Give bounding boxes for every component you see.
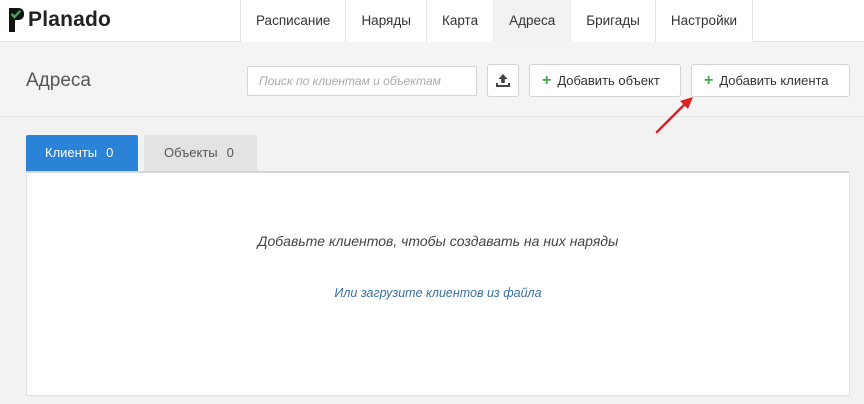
tab-clients-count: 0 xyxy=(106,145,114,160)
search-input[interactable] xyxy=(247,66,477,96)
nav-item-addresses[interactable]: Адреса xyxy=(493,0,571,42)
tab-clients[interactable]: Клиенты 0 xyxy=(26,135,138,171)
main-nav: Расписание Наряды Карта Адреса Бригады Н… xyxy=(240,0,754,42)
tab-bar: Клиенты 0 Объекты 0 xyxy=(26,135,257,171)
logo[interactable]: Planado xyxy=(6,5,111,35)
empty-state-message: Добавьте клиентов, чтобы создавать на ни… xyxy=(257,233,619,249)
page-title: Адреса xyxy=(26,70,91,91)
brand-name: Planado xyxy=(28,8,112,31)
upload-clients-link[interactable]: Или загрузите клиентов из файла xyxy=(27,286,849,300)
top-bar: Planado Расписание Наряды Карта Адреса Б… xyxy=(0,0,864,42)
nav-item-schedule[interactable]: Расписание xyxy=(240,0,346,42)
add-client-button[interactable]: + Добавить клиента xyxy=(691,64,850,97)
nav-item-map[interactable]: Карта xyxy=(425,0,494,42)
tab-clients-label: Клиенты xyxy=(45,145,98,160)
tab-objects-label: Объекты xyxy=(164,145,218,160)
plus-icon: + xyxy=(704,71,714,89)
clients-panel: Добавьте клиентов, чтобы создавать на ни… xyxy=(26,171,850,396)
nav-item-settings[interactable]: Настройки xyxy=(654,0,754,42)
tab-objects-count: 0 xyxy=(226,145,234,160)
add-client-label: Добавить клиента xyxy=(719,73,829,88)
nav-item-work-orders[interactable]: Наряды xyxy=(345,0,426,42)
nav-item-teams[interactable]: Бригады xyxy=(570,0,655,42)
planado-logo-icon xyxy=(9,8,24,32)
page-header: Адреса + Добавить объект + Добавить клие… xyxy=(0,42,864,117)
tab-objects[interactable]: Объекты 0 xyxy=(144,135,257,171)
add-object-label: Добавить объект xyxy=(557,73,660,88)
upload-icon xyxy=(496,74,510,87)
red-arrow-annotation xyxy=(655,97,693,134)
upload-button[interactable] xyxy=(487,64,519,97)
plus-icon: + xyxy=(542,71,552,89)
